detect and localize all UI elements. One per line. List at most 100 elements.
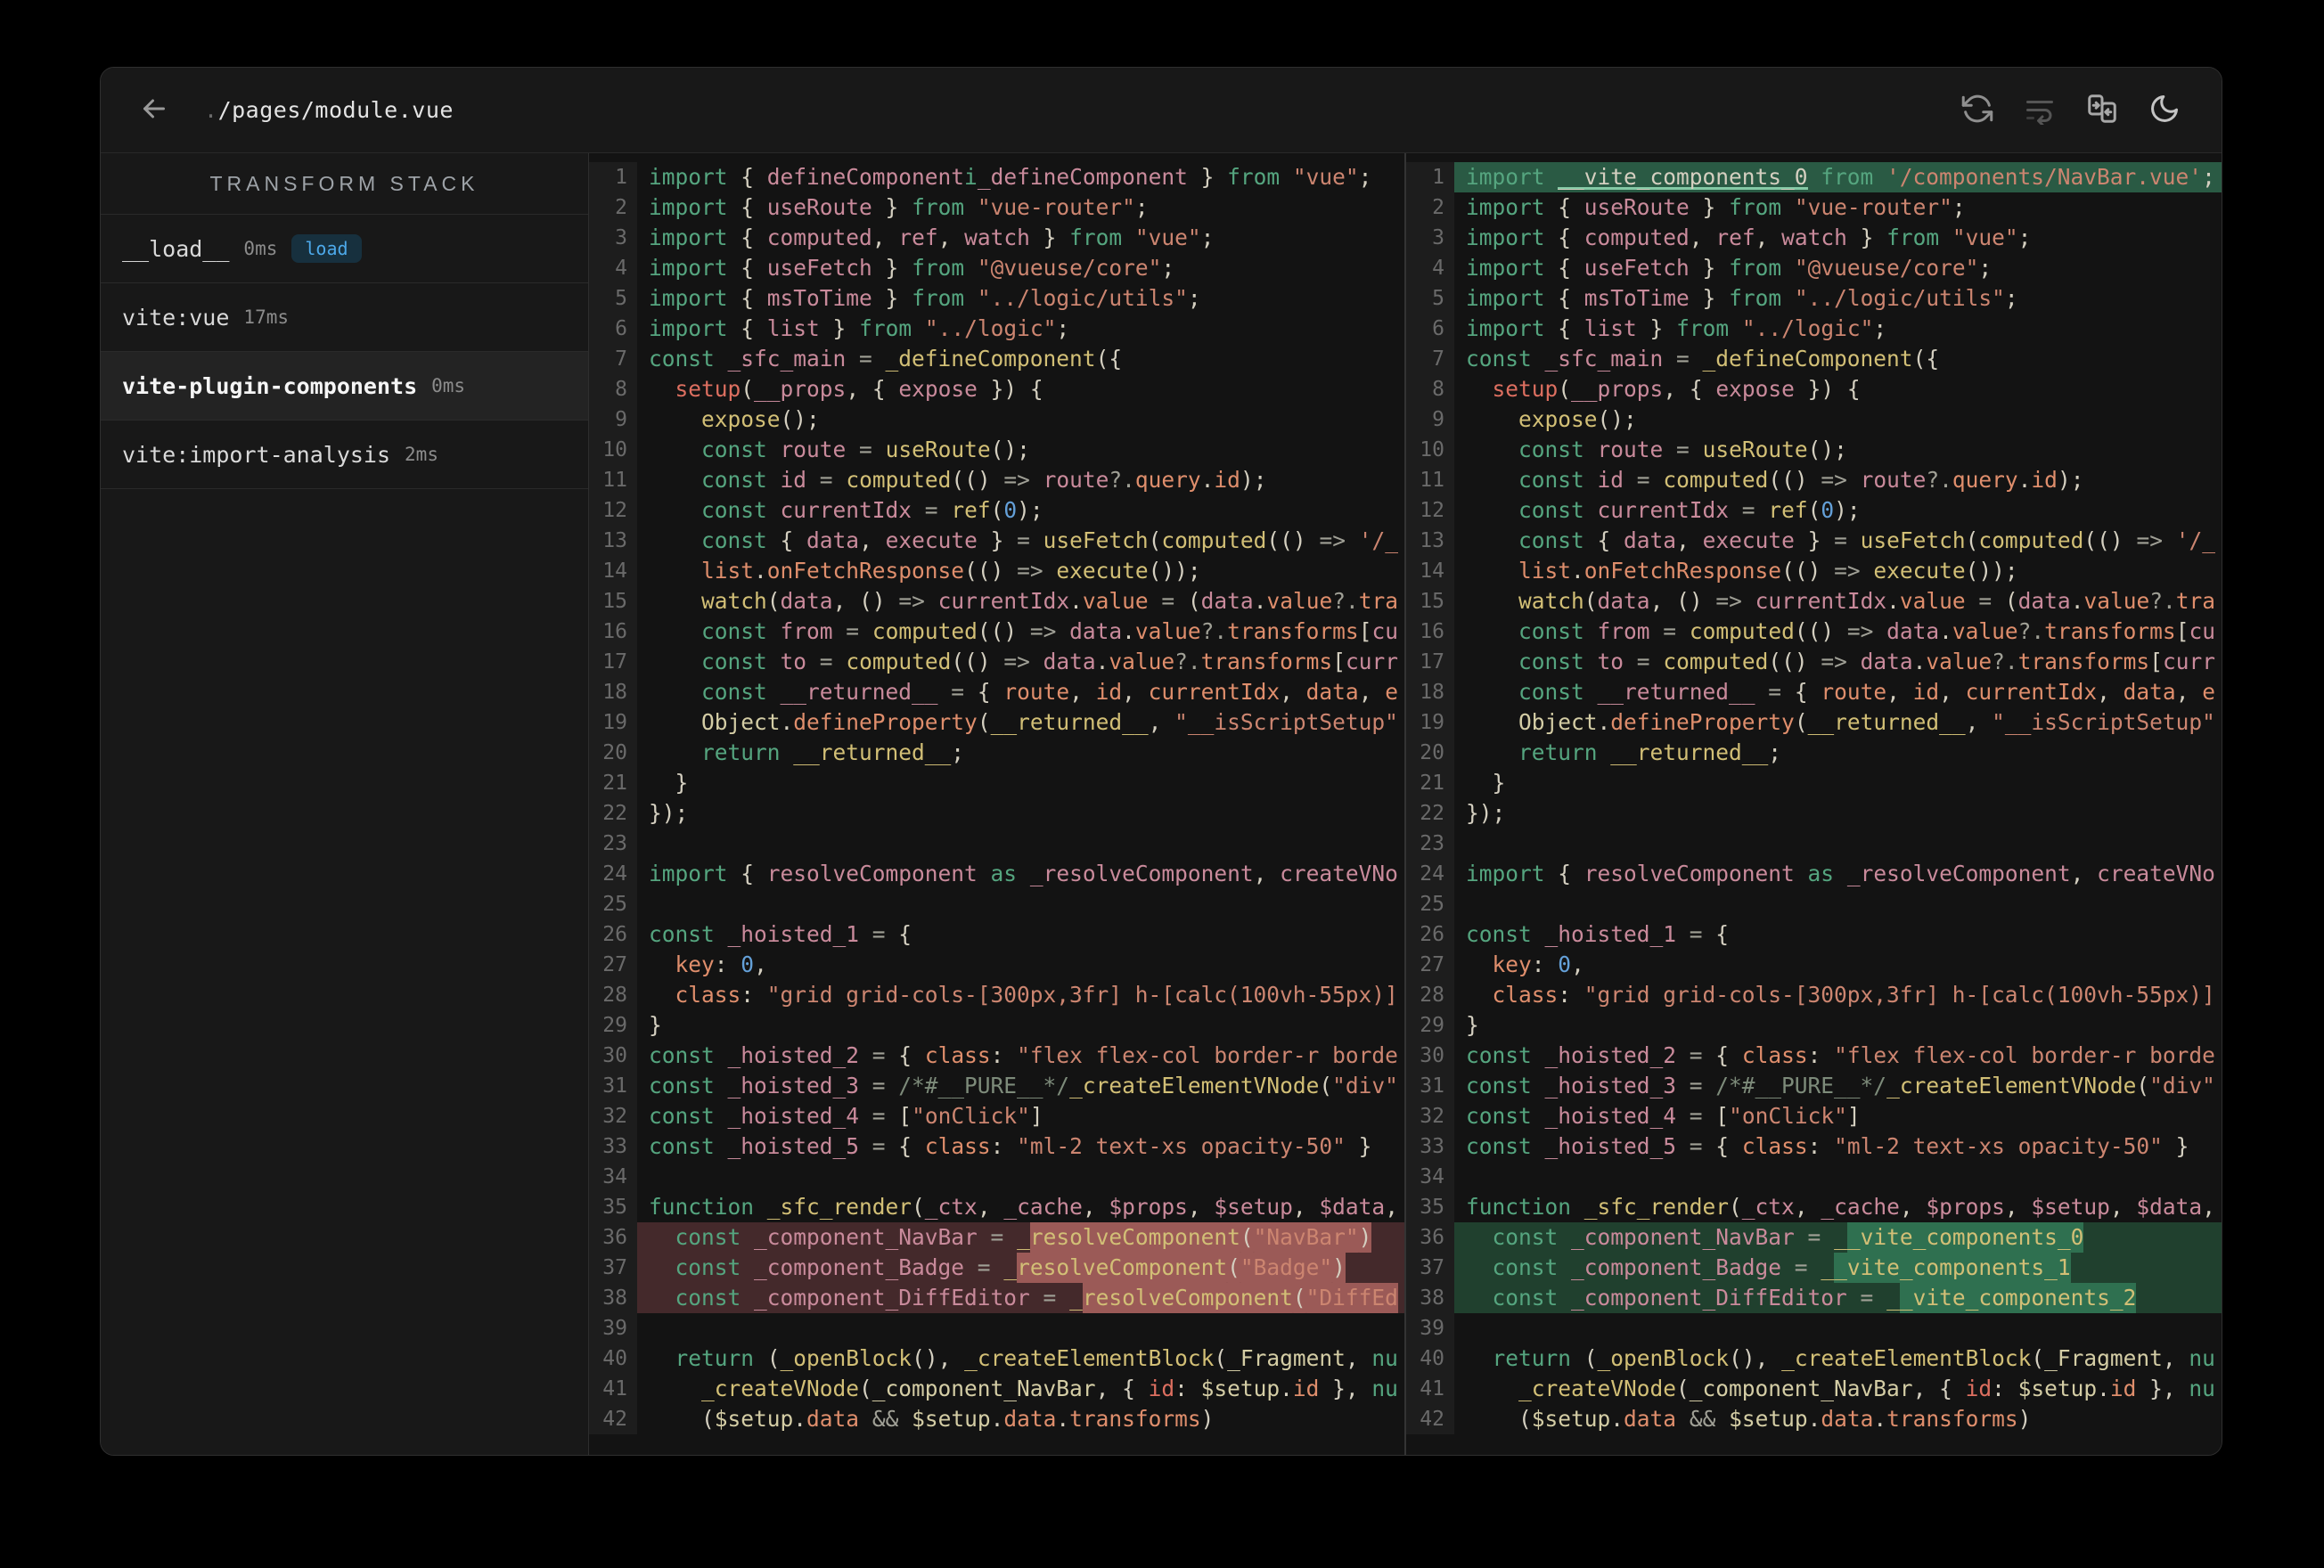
code-text-diff: const _component_DiffEditor = _resolveCo… (637, 1283, 1404, 1313)
code-text: const __returned__ = { route, id, curren… (701, 679, 1398, 705)
code-line: 13 const { data, execute } = useFetch(co… (589, 526, 1404, 556)
code-line: 34 (1406, 1162, 2222, 1192)
code-line: 33 const _hoisted_5 = { class: "ml-2 text… (589, 1131, 1404, 1162)
plugin-time: 17ms (243, 306, 289, 328)
code-text: const to = computed(() => data.value?.tr… (1518, 649, 2215, 674)
code-text: setup(__props, { expose }) { (675, 376, 1043, 402)
line-number: 13 (589, 526, 637, 556)
theme-toggle-button[interactable] (2145, 91, 2184, 130)
code-line: 8 setup(__props, { expose }) { (1406, 374, 2222, 404)
line-number: 34 (1406, 1162, 1454, 1192)
plugin-name: vite-plugin-components (122, 372, 418, 399)
code-line: 3 import { computed, ref, watch } from "v… (589, 223, 1404, 253)
code-text: const { data, execute } = useFetch(compu… (1518, 527, 2215, 553)
code-line: 9 expose(); (589, 404, 1404, 435)
code-text: import { useFetch } from "@vueuse/core"; (649, 255, 1175, 281)
code-text: const _sfc_main = _defineComponent({ (1466, 346, 1940, 372)
line-number: 38 (1406, 1283, 1454, 1313)
code-text: ($setup.data && $setup.data.transforms) (649, 1406, 1215, 1432)
code-line: 31 const _hoisted_3 = /*#__PURE__*/_creat… (589, 1071, 1404, 1101)
line-number: 30 (589, 1041, 637, 1071)
code-line: 1 import __vite_components_0 from '/compo… (1406, 162, 2222, 192)
load-hook-badge: load (291, 234, 362, 263)
main-content: TRANSFORM STACK __load__ 0ms load vite:vue 1… (101, 153, 2222, 1455)
transform-stack-item-1[interactable]: vite:vue 17ms (101, 283, 588, 352)
code-text: }); (1466, 800, 1506, 826)
transform-stack-item-2[interactable]: vite-plugin-components 0ms (101, 352, 588, 421)
line-number: 16 (1406, 617, 1454, 647)
code-text-diff: const _component_Badge = __vite_componen… (1454, 1253, 2222, 1283)
line-number: 41 (1406, 1374, 1454, 1404)
line-number: 14 (1406, 556, 1454, 586)
code-panel-before[interactable]: 1 import { defineComponenti_defineCompone… (589, 153, 1404, 1455)
plugin-time: 0ms (243, 238, 278, 259)
code-line: 41 _createVNode(_component_NavBar, { id:… (1406, 1374, 2222, 1404)
code-line: 7 const _sfc_main = _defineComponent({ (589, 344, 1404, 374)
line-number: 31 (1406, 1071, 1454, 1101)
code-text: expose(); (1518, 406, 1637, 432)
split-diff-button[interactable] (2083, 91, 2122, 130)
code-line: 8 setup(__props, { expose }) { (589, 374, 1404, 404)
line-number: 4 (1406, 253, 1454, 283)
code-text: function _sfc_render(_ctx, _cache, $prop… (649, 1194, 1398, 1220)
line-number: 26 (589, 919, 637, 950)
code-text: const _hoisted_2 = { class: "flex flex-c… (1466, 1042, 2215, 1068)
code-text: import { useRoute } from "vue-router"; (1466, 194, 1966, 220)
line-number: 26 (1406, 919, 1454, 950)
code-line: 37 const _component_Badge = __vite_compo… (1406, 1253, 2222, 1283)
line-number: 23 (1406, 829, 1454, 859)
code-line: 26 const _hoisted_1 = { (589, 919, 1404, 950)
code-text: watch(data, () => currentIdx.value = (da… (1518, 588, 2215, 614)
code-text: import { useFetch } from "@vueuse/core"; (1466, 255, 1993, 281)
line-number: 25 (589, 889, 637, 919)
code-text: const currentIdx = ref(0); (1518, 497, 1861, 523)
plugin-name: __load__ (122, 235, 230, 262)
code-text: const _hoisted_4 = ["onClick"] (1466, 1103, 1861, 1129)
line-number: 17 (589, 647, 637, 677)
line-number: 6 (589, 314, 637, 344)
code-line: 10 const route = useRoute(); (1406, 435, 2222, 465)
code-text: const _hoisted_3 = /*#__PURE__*/_createE… (1466, 1073, 2215, 1098)
code-line: 29} (589, 1010, 1404, 1041)
code-text: import { list } from "../logic"; (1466, 315, 1887, 341)
code-text: const id = computed(() => route?.query.i… (1518, 467, 2084, 493)
plugin-time: 2ms (405, 444, 438, 465)
refresh-button[interactable] (1958, 91, 1997, 130)
code-text: setup(__props, { expose }) { (1492, 376, 1861, 402)
code-text: function _sfc_render(_ctx, _cache, $prop… (1466, 1194, 2215, 1220)
code-line: 41 _createVNode(_component_NavBar, { id:… (589, 1374, 1404, 1404)
code-line: 32 const _hoisted_4 = ["onClick"] (589, 1101, 1404, 1131)
word-wrap-button[interactable] (2020, 91, 2059, 130)
transform-stack-item-3[interactable]: vite:import-analysis 2ms (101, 421, 588, 489)
code-text: key: 0, (1492, 951, 1584, 977)
code-text: const _hoisted_2 = { class: "flex flex-c… (649, 1042, 1398, 1068)
transform-stack-item-0[interactable]: __load__ 0ms load (101, 215, 588, 283)
line-number: 24 (1406, 859, 1454, 889)
code-text: }); (649, 800, 689, 826)
code-panel-after[interactable]: 1 import __vite_components_0 from '/compo… (1404, 153, 2222, 1455)
code-line: 27 key: 0, (1406, 950, 2222, 980)
line-number: 12 (589, 495, 637, 526)
line-number: 25 (1406, 889, 1454, 919)
code-text: const to = computed(() => data.value?.tr… (701, 649, 1398, 674)
line-number: 11 (1406, 465, 1454, 495)
line-number: 41 (589, 1374, 637, 1404)
line-number: 5 (1406, 283, 1454, 314)
code-text: } (1466, 770, 1506, 796)
code-line: 12 const currentIdx = ref(0); (1406, 495, 2222, 526)
line-number: 18 (589, 677, 637, 707)
plugin-time: 0ms (431, 375, 466, 396)
header-actions (1958, 91, 2184, 130)
back-button[interactable] (135, 91, 174, 130)
line-number: 1 (1406, 162, 1454, 192)
code-line: 14 list.onFetchResponse(() => execute())… (1406, 556, 2222, 586)
line-number: 22 (1406, 798, 1454, 829)
code-text: return (_openBlock(), _createElementBloc… (675, 1345, 1398, 1371)
line-number: 10 (589, 435, 637, 465)
code-line: 42 ($setup.data && $setup.data.transform… (1406, 1404, 2222, 1434)
code-line: 11 const id = computed(() => route?.quer… (1406, 465, 2222, 495)
code-text: import { resolveComponent as _resolveCom… (1466, 861, 2215, 886)
line-number: 19 (1406, 707, 1454, 738)
line-number: 22 (589, 798, 637, 829)
line-number: 21 (589, 768, 637, 798)
